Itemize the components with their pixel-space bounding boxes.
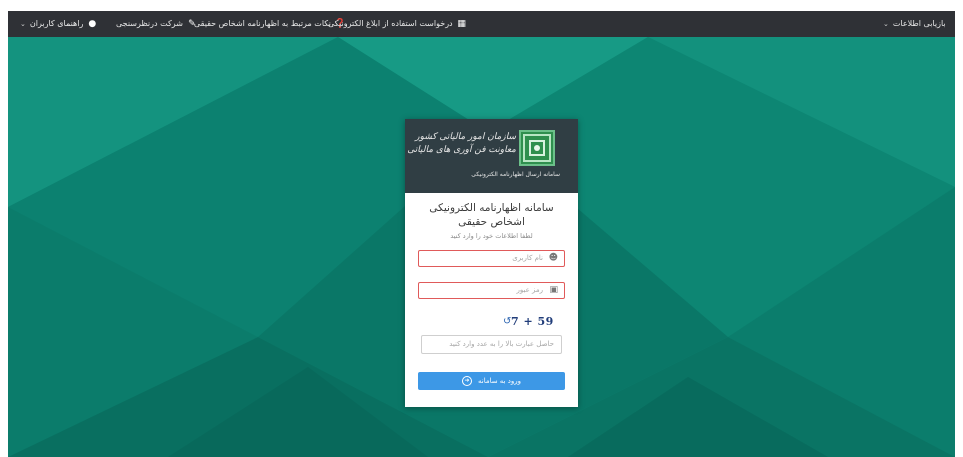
lock-icon: ▣ xyxy=(549,285,558,295)
user-icon: ☻ xyxy=(548,253,558,263)
password-placeholder: رمز عبور xyxy=(516,286,543,294)
captcha-answer-field[interactable]: حاصل عبارت بالا را به عدد وارد کنید xyxy=(421,335,562,354)
org-name-line2: معاونت فن آوری های مالیاتی xyxy=(407,145,516,155)
nav-item-survey-label: شرکت درنظرسنجی xyxy=(116,19,183,28)
chevron-down-icon: ⌄ xyxy=(883,20,889,28)
nav-item-e-notice-request[interactable]: درخواست استفاده از ابلاغ الکترونیکی ▦ xyxy=(328,11,467,37)
chat-bubble-icon: ● xyxy=(88,19,97,29)
file-icon: ▦ xyxy=(457,19,466,29)
login-card: سازمان امور مالیاتی کشور معاونت فن آوری … xyxy=(405,119,578,407)
password-field[interactable]: ▣ رمز عبور xyxy=(418,282,565,299)
nav-item-survey[interactable]: شرکت درنظرسنجی ✎ xyxy=(116,11,197,37)
username-field[interactable]: ☻ نام کاربری xyxy=(418,250,565,267)
card-header: سازمان امور مالیاتی کشور معاونت فن آوری … xyxy=(405,119,578,193)
nav-item-e-notice-request-label: درخواست استفاده از ابلاغ الکترونیکی xyxy=(328,19,453,28)
login-button-label: ورود به سامانه xyxy=(478,377,521,385)
org-name-line1: سازمان امور مالیاتی کشور xyxy=(415,132,516,142)
username-placeholder: نام کاربری xyxy=(512,254,543,262)
top-navigation-bar: ⌄ راهنمای کاربران ● شرکت درنظرسنجی ✎ نکا… xyxy=(8,11,955,37)
system-name: سامانه ارسال اظهارنامه الکترونیکی xyxy=(471,171,560,178)
nav-item-user-guide[interactable]: ⌄ راهنمای کاربران ● xyxy=(20,11,97,37)
nav-item-user-guide-label: راهنمای کاربران xyxy=(29,19,84,28)
logo-pattern-icon xyxy=(523,134,551,162)
nav-item-recovery-label: بازیابی اطلاعات xyxy=(892,19,946,28)
organization-logo xyxy=(519,130,555,166)
app-frame: ⌄ راهنمای کاربران ● شرکت درنظرسنجی ✎ نکا… xyxy=(8,11,955,457)
page-subtitle: لطفا اطلاعات خود را وارد کنید xyxy=(450,232,533,240)
login-button[interactable]: ورود به سامانه ➜ xyxy=(418,372,565,390)
arrow-circle-icon: ➜ xyxy=(462,376,472,386)
captcha-answer-placeholder: حاصل عبارت بالا را به عدد وارد کنید xyxy=(449,340,554,348)
page-title: سامانه اظهارنامه الکترونیکی اشخاص حقیقی xyxy=(429,202,554,228)
captcha-expression: 7 + 59 xyxy=(511,315,554,328)
nav-item-individual-tips[interactable]: نکات مرتبط به اظهارنامه اشخاص حقیقی ❓ xyxy=(194,11,346,37)
captcha-row: ↺ 7 + 59 xyxy=(405,315,578,329)
nav-item-individual-tips-label: نکات مرتبط به اظهارنامه اشخاص حقیقی xyxy=(194,19,331,28)
nav-item-recovery[interactable]: ⌄ بازیابی اطلاعات xyxy=(883,11,946,37)
chevron-down-icon: ⌄ xyxy=(20,20,26,28)
